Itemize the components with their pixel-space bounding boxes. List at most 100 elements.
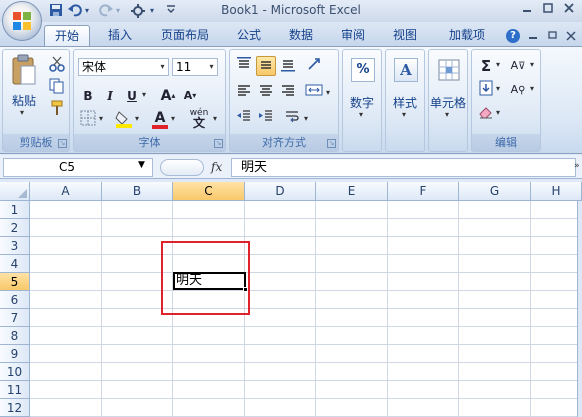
- font-launcher-icon[interactable]: ↘: [214, 139, 223, 148]
- undo-icon[interactable]: [67, 3, 83, 19]
- orientation-icon[interactable]: [304, 56, 324, 76]
- font-name-select[interactable]: 宋体: [78, 58, 169, 76]
- align-center-icon[interactable]: [256, 82, 276, 102]
- column-header-g[interactable]: G: [459, 182, 531, 201]
- fill-dropdown-icon[interactable]: ▾: [496, 84, 500, 93]
- clipboard-launcher-icon[interactable]: ↘: [58, 139, 67, 148]
- workbook-close-icon[interactable]: [566, 29, 578, 43]
- autosum-dropdown-icon[interactable]: ▾: [496, 60, 500, 69]
- font-color-button[interactable]: A: [150, 108, 170, 129]
- fill-icon[interactable]: [476, 80, 496, 100]
- fill-color-icon[interactable]: [114, 110, 134, 130]
- tab-review[interactable]: 审阅: [336, 25, 370, 46]
- autosum-icon[interactable]: Σ: [476, 56, 496, 76]
- shrink-font-button[interactable]: A▾: [180, 86, 200, 106]
- save-icon[interactable]: [48, 3, 64, 19]
- clear-icon[interactable]: [476, 104, 496, 124]
- align-left-icon[interactable]: [234, 82, 254, 102]
- format-painter-icon[interactable]: [47, 100, 67, 120]
- tab-insert[interactable]: 插入: [103, 25, 137, 46]
- formula-bar-divider-handle[interactable]: [160, 159, 204, 176]
- fill-color-dropdown-icon[interactable]: ▾: [135, 114, 139, 123]
- merge-center-icon[interactable]: [304, 82, 324, 102]
- row-header-3[interactable]: 3: [0, 237, 30, 255]
- sort-dropdown-icon[interactable]: ▾: [530, 60, 534, 69]
- name-box-dropdown-icon[interactable]: ▼: [138, 160, 145, 170]
- column-header-e[interactable]: E: [316, 182, 388, 201]
- formula-input[interactable]: 明天: [231, 158, 576, 177]
- increase-indent-icon[interactable]: [256, 108, 276, 128]
- column-header-c[interactable]: C: [173, 182, 245, 201]
- undo-dropdown-arrow[interactable]: ▾: [82, 3, 92, 19]
- find-dropdown-icon[interactable]: ▾: [530, 84, 534, 93]
- align-middle-icon[interactable]: [256, 56, 276, 76]
- tools-dropdown-arrow[interactable]: ▾: [147, 3, 157, 19]
- row-header-9[interactable]: 9: [0, 345, 30, 363]
- minimize-button[interactable]: [517, 2, 537, 18]
- customize-qat-icon[interactable]: [165, 3, 177, 19]
- row-header-11[interactable]: 11: [0, 381, 30, 399]
- font-color-dropdown-icon[interactable]: ▾: [171, 114, 175, 123]
- redo-dropdown-arrow[interactable]: ▾: [113, 3, 123, 19]
- row-header-10[interactable]: 10: [0, 363, 30, 381]
- borders-icon[interactable]: [78, 110, 98, 130]
- grow-font-button[interactable]: A▴: [158, 86, 178, 106]
- tab-add-ins[interactable]: 加载项: [442, 25, 492, 46]
- name-box[interactable]: C5: [3, 158, 153, 177]
- phonetic-dropdown-icon[interactable]: ▾: [213, 114, 217, 123]
- tools-icon[interactable]: [130, 3, 146, 19]
- copy-icon[interactable]: [47, 78, 67, 98]
- formula-bar-expand-icon[interactable]: »: [574, 158, 582, 177]
- find-select-icon[interactable]: A⚲: [508, 80, 528, 100]
- phonetic-guide-button[interactable]: wén 文: [186, 108, 212, 129]
- group-styles[interactable]: A 样式 ▾: [385, 49, 425, 152]
- font-name-dropdown-icon[interactable]: ▾: [157, 59, 168, 75]
- sort-filter-icon[interactable]: A⊽: [508, 56, 528, 76]
- group-number[interactable]: % 数字 ▾: [342, 49, 382, 152]
- underline-dropdown-icon[interactable]: ▾: [142, 90, 146, 99]
- bold-button[interactable]: B: [78, 86, 98, 106]
- alignment-launcher-icon[interactable]: ↘: [327, 139, 336, 148]
- row-header-8[interactable]: 8: [0, 327, 30, 345]
- tab-home[interactable]: 开始: [44, 25, 90, 46]
- row-header-4[interactable]: 4: [0, 255, 30, 273]
- clear-dropdown-icon[interactable]: ▾: [496, 108, 500, 117]
- maximize-button[interactable]: [538, 2, 558, 18]
- row-header-2[interactable]: 2: [0, 219, 30, 237]
- tab-view[interactable]: 视图: [388, 25, 422, 46]
- tab-page-layout[interactable]: 页面布局: [156, 25, 214, 46]
- font-size-dropdown-icon[interactable]: ▾: [206, 59, 217, 75]
- row-header-7[interactable]: 7: [0, 309, 30, 327]
- row-header-12[interactable]: 12: [0, 399, 30, 417]
- underline-button[interactable]: U: [122, 86, 142, 106]
- column-header-b[interactable]: B: [102, 182, 173, 201]
- row-header-6[interactable]: 6: [0, 291, 30, 309]
- ribbon-minimize-icon[interactable]: [528, 29, 540, 43]
- tab-formulas[interactable]: 公式: [232, 25, 266, 46]
- column-header-f[interactable]: F: [388, 182, 459, 201]
- ribbon-restore-icon[interactable]: [548, 29, 560, 43]
- row-header-5[interactable]: 5: [0, 273, 30, 291]
- cut-icon[interactable]: [47, 56, 67, 76]
- column-header-a[interactable]: A: [30, 182, 102, 201]
- italic-button[interactable]: I: [100, 86, 120, 106]
- row-header-1[interactable]: 1: [0, 201, 30, 219]
- align-bottom-icon[interactable]: [278, 56, 298, 76]
- vertical-scrollbar[interactable]: [577, 201, 582, 417]
- align-top-icon[interactable]: [234, 56, 254, 76]
- wrap-dropdown-icon[interactable]: ▾: [304, 114, 308, 123]
- insert-function-button[interactable]: fx: [211, 160, 222, 174]
- office-button[interactable]: [2, 1, 42, 41]
- paste-button[interactable]: 粘贴 ▾: [7, 54, 41, 118]
- merge-dropdown-icon[interactable]: ▾: [326, 88, 330, 97]
- align-right-icon[interactable]: [278, 82, 298, 102]
- borders-dropdown-icon[interactable]: ▾: [99, 114, 103, 123]
- wrap-text-icon[interactable]: [282, 108, 302, 128]
- group-cells[interactable]: 单元格 ▾: [428, 49, 468, 152]
- select-all-button[interactable]: [0, 182, 30, 201]
- tab-data[interactable]: 数据: [284, 25, 318, 46]
- close-button[interactable]: [559, 2, 579, 18]
- redo-icon[interactable]: [98, 3, 114, 19]
- column-header-d[interactable]: D: [245, 182, 316, 201]
- decrease-indent-icon[interactable]: [234, 108, 254, 128]
